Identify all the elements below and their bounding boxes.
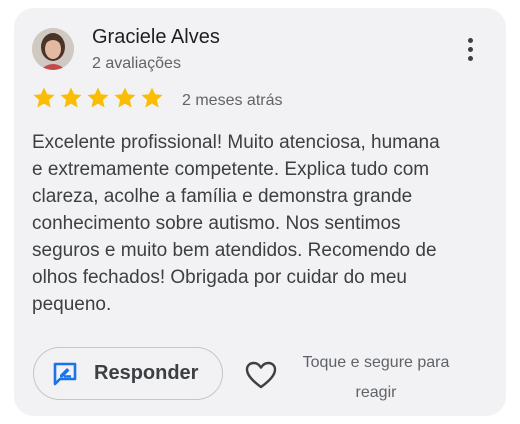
more-options-button[interactable] (460, 38, 480, 64)
reply-edit-icon (53, 362, 77, 385)
review-time: 2 meses atrás (182, 92, 283, 109)
review-card: Graciele Alves 2 avaliações 2 meses atrá… (14, 8, 506, 416)
review-text: Excelente profissional! Muito atenciosa,… (32, 132, 440, 315)
more-vert-icon (467, 38, 473, 43)
avatar-image (32, 28, 74, 70)
star-icon (114, 87, 136, 108)
heart-outline-icon[interactable] (244, 360, 278, 390)
avatar[interactable] (32, 28, 74, 70)
star-icon (141, 87, 163, 108)
star-icon (33, 87, 55, 108)
react-hint: Toque e segure para reagir (302, 354, 450, 401)
reply-button-label: Responder (94, 362, 199, 384)
star-icon (60, 87, 82, 108)
reply-button[interactable]: Responder (33, 347, 223, 400)
star-icon (87, 87, 109, 108)
star-rating (32, 86, 164, 110)
author-name[interactable]: Graciele Alves (92, 26, 220, 49)
author-review-count: 2 avaliações (92, 55, 181, 72)
